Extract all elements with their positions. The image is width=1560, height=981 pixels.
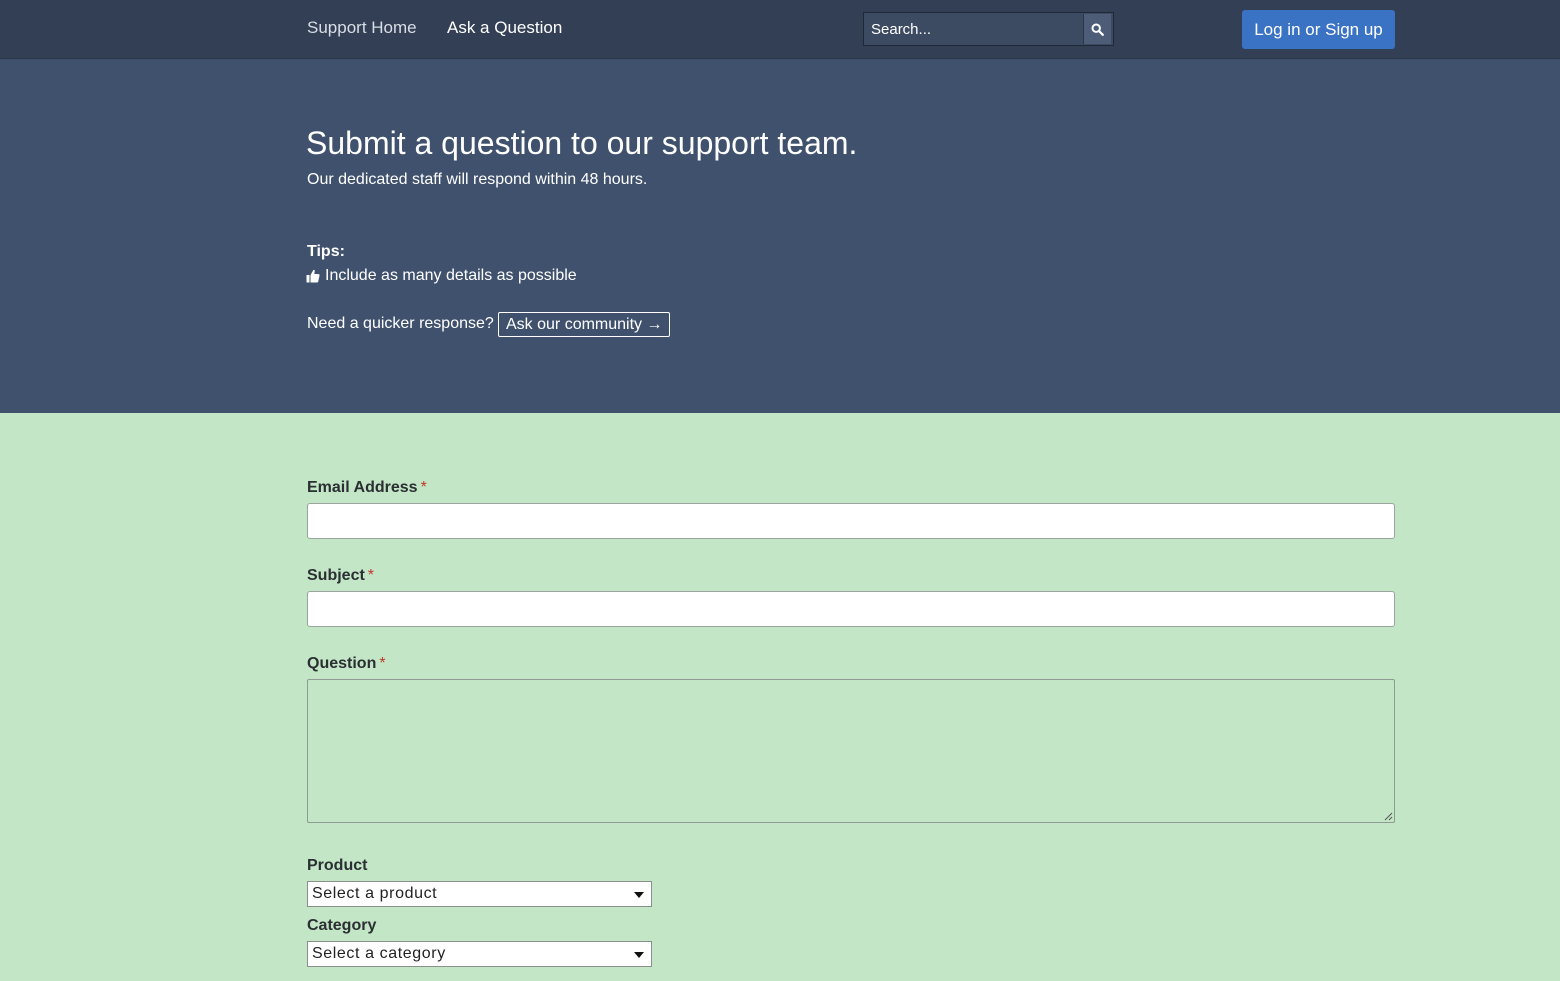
required-mark: * — [379, 655, 386, 672]
category-label: Category — [307, 917, 377, 934]
page-subtitle: Our dedicated staff will respond within … — [307, 171, 648, 188]
page-title: Submit a question to our support team. — [306, 125, 858, 161]
quicker-response-text: Need a quicker response? — [307, 315, 494, 332]
search-icon — [1091, 22, 1104, 36]
search-input[interactable] — [864, 13, 1082, 45]
top-navbar: Support Home Ask a Question Log in or Si… — [0, 0, 1560, 59]
email-field[interactable] — [307, 503, 1395, 539]
tip-text: Include as many details as possible — [325, 267, 577, 284]
ask-community-button[interactable]: Ask our community → — [498, 312, 671, 337]
category-select-value: Select a category — [312, 945, 446, 962]
subject-label: Subject * — [307, 567, 375, 584]
nav-ask-question[interactable]: Ask a Question — [447, 18, 562, 38]
caret-down-icon — [634, 892, 644, 898]
category-select[interactable]: Select a category — [307, 941, 652, 967]
required-mark: * — [420, 479, 427, 496]
hero-section: Submit a question to our support team. O… — [0, 59, 1560, 413]
product-select-value: Select a product — [312, 885, 438, 902]
question-textarea[interactable] — [307, 679, 1395, 823]
tip-item: Include as many details as possible — [306, 267, 577, 285]
subject-field[interactable] — [307, 591, 1395, 627]
thumbs-up-icon — [306, 269, 320, 283]
nav-support-home[interactable]: Support Home — [307, 18, 417, 38]
product-label: Product — [307, 857, 368, 874]
product-select[interactable]: Select a product — [307, 881, 652, 907]
resize-grip-icon[interactable] — [1384, 812, 1393, 821]
email-label: Email Address * — [307, 479, 427, 496]
question-label: Question * — [307, 655, 386, 672]
search-button[interactable] — [1083, 14, 1111, 44]
required-mark: * — [367, 567, 375, 584]
search-box — [863, 12, 1114, 46]
tips-heading: Tips: — [307, 243, 345, 260]
login-signup-button[interactable]: Log in or Sign up — [1242, 10, 1395, 49]
caret-down-icon — [634, 952, 644, 958]
